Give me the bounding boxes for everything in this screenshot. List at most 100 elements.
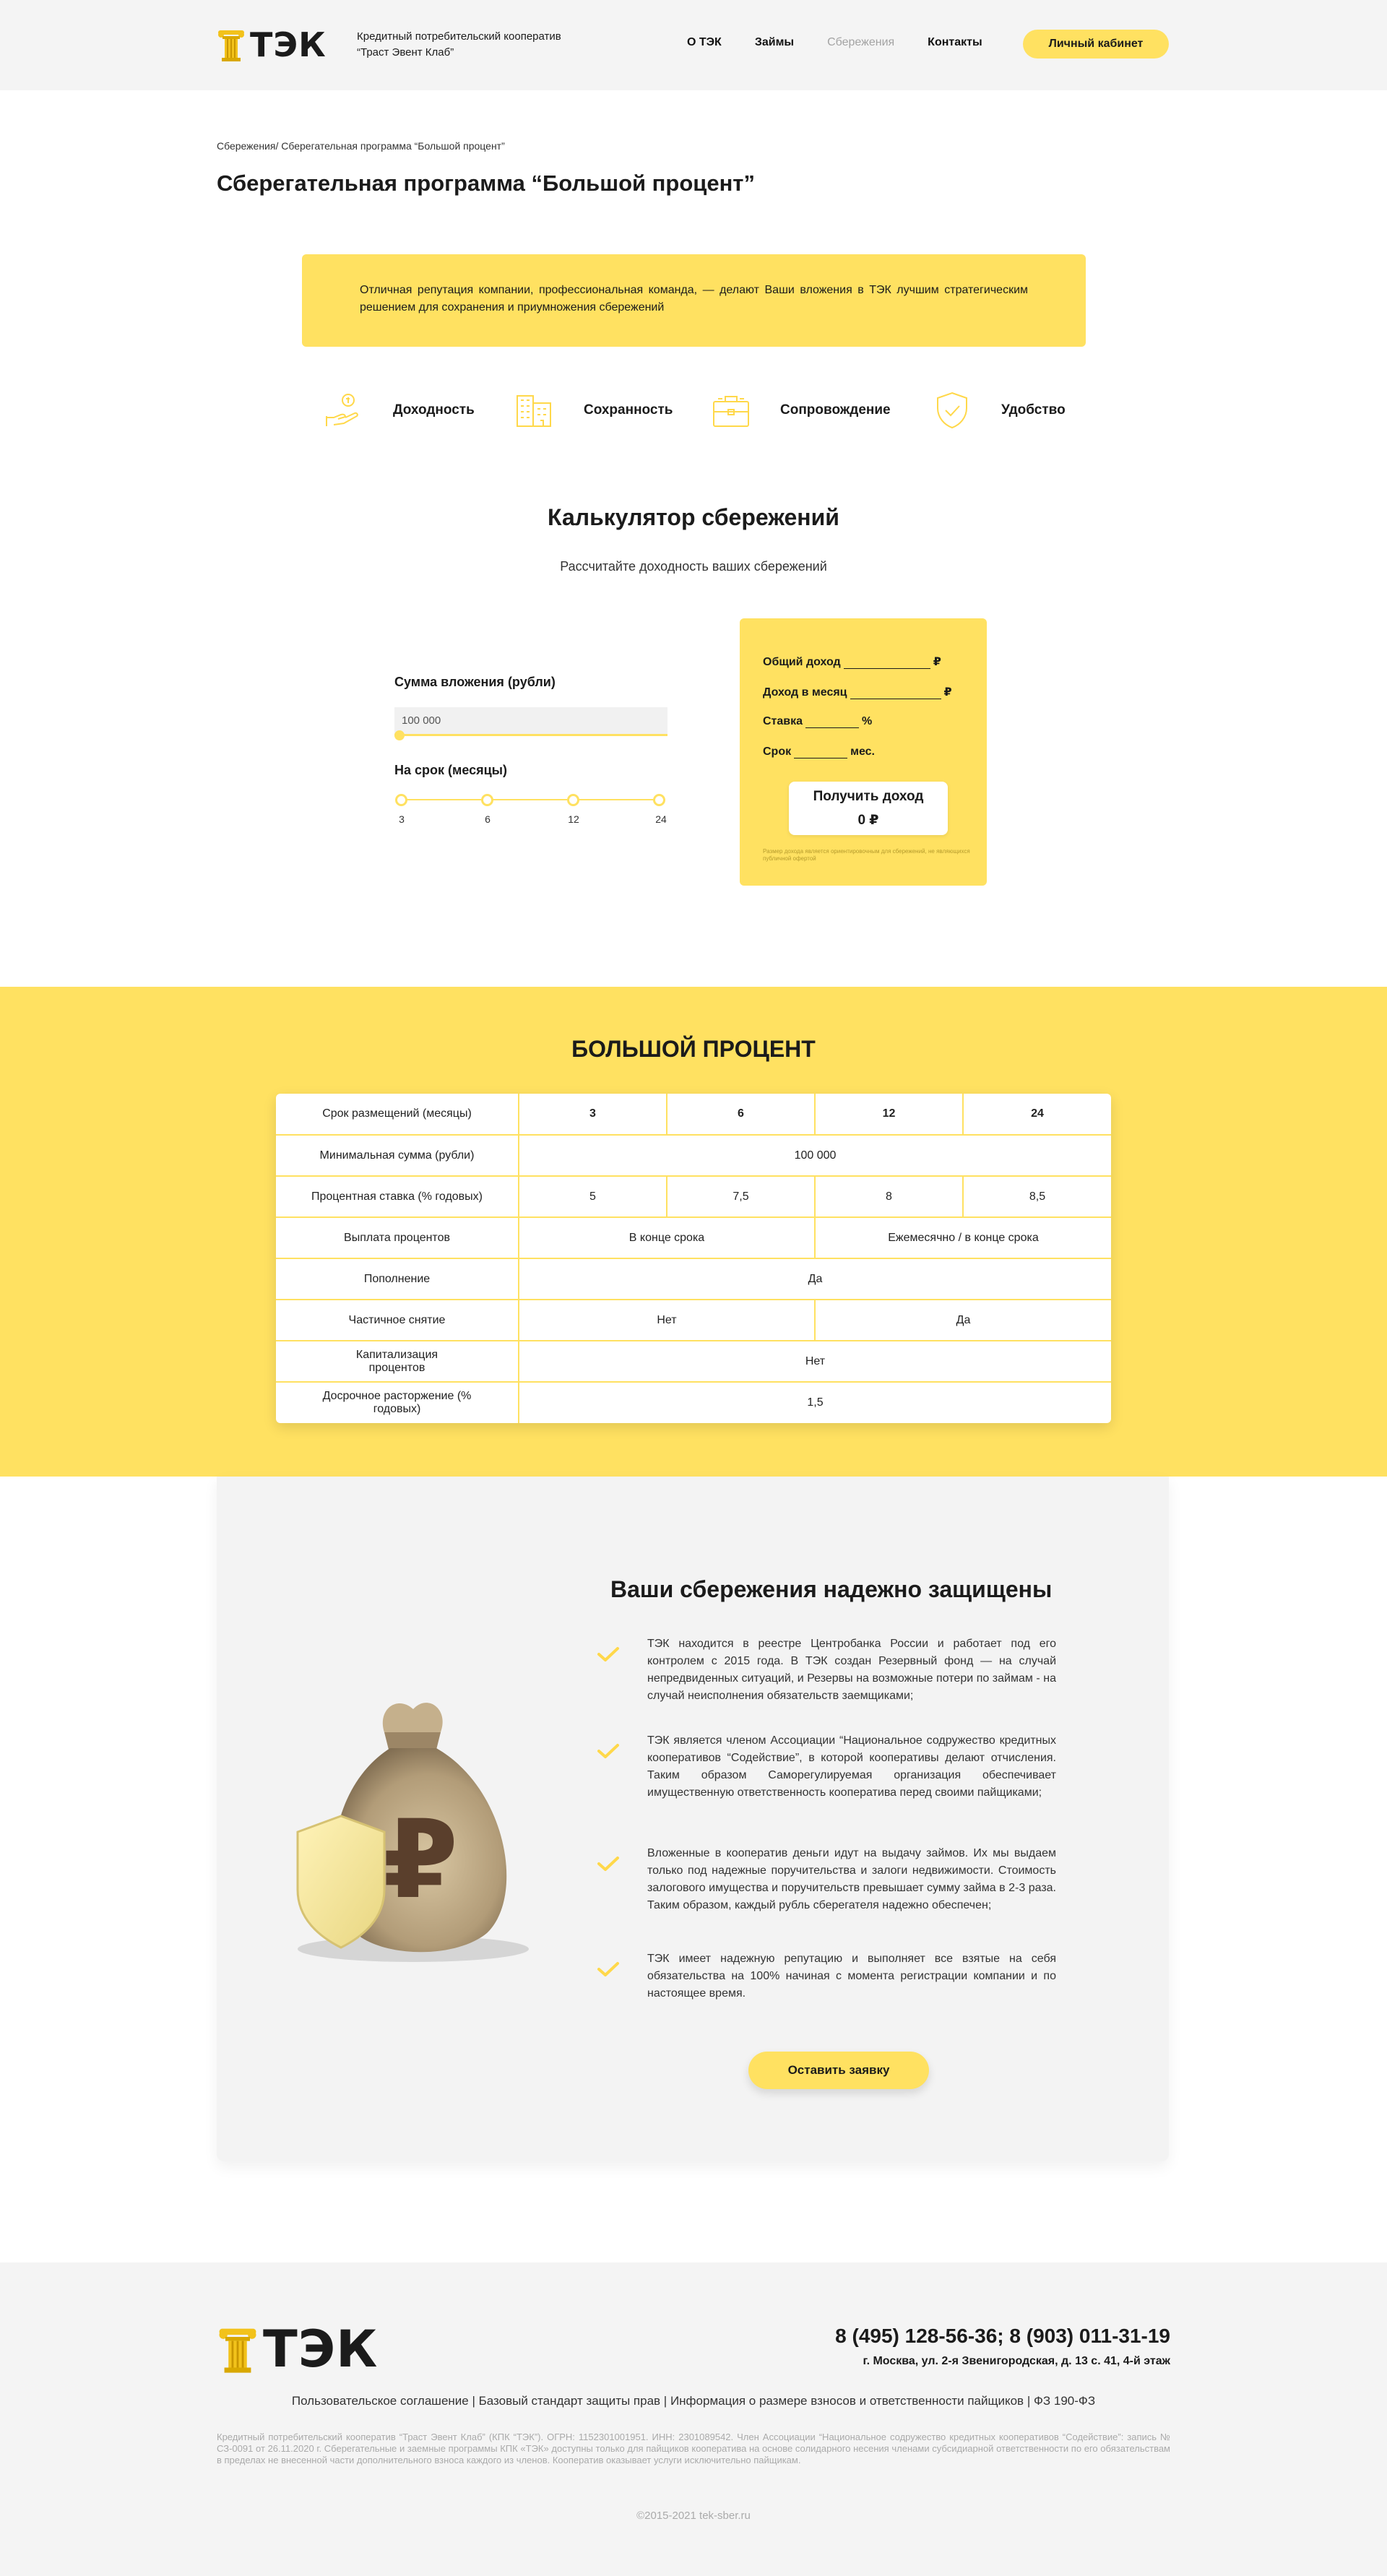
footer-link-standard[interactable]: Базовый стандарт защиты прав xyxy=(479,2394,660,2408)
table-cell: 3 xyxy=(518,1094,667,1136)
result-rate: Ставка % xyxy=(763,715,872,728)
row-label: Частичное снятие xyxy=(276,1299,519,1341)
table-cell: 5 xyxy=(518,1175,667,1218)
tagline-line-1: Кредитный потребительский кооператив xyxy=(357,30,561,43)
term-tick: 3 xyxy=(399,813,405,825)
submit-application-button[interactable]: Оставить заявку xyxy=(748,2052,929,2089)
site-header: ТЭК Кредитный потребительский кооператив… xyxy=(0,0,1387,90)
term-slider-track[interactable] xyxy=(400,799,660,800)
result-rate-label: Ставка xyxy=(763,715,803,727)
result-total-line xyxy=(843,659,930,669)
footer-legal-text: Кредитный потребительский кооператив “Тр… xyxy=(217,2432,1170,2465)
sum-input[interactable] xyxy=(394,707,667,736)
row-label: Процентная ставка (% годовых) xyxy=(276,1175,519,1218)
result-monthly-line xyxy=(850,689,941,699)
protection-item: ТЭК находится в реестре Центробанка Росс… xyxy=(597,1635,1056,1705)
calculator-result-card: Общий доход ₽ Доход в месяц ₽ Ставка % С… xyxy=(740,618,987,886)
term-slider-stop[interactable] xyxy=(567,794,579,806)
result-term-line xyxy=(794,748,848,758)
footer-logo[interactable]: ТЭК xyxy=(217,2323,378,2375)
term-tick: 6 xyxy=(485,813,491,825)
table-row: Пополнение Да xyxy=(276,1258,1111,1300)
intro-box: Отличная репутация компании, профессиона… xyxy=(302,254,1086,347)
breadcrumb[interactable]: Сбережения/ Сберегательная программа “Бо… xyxy=(217,140,505,152)
protection-title: Ваши сбережения надежно защищены xyxy=(610,1576,1053,1602)
nav-item-contacts[interactable]: Контакты xyxy=(928,36,982,49)
term-slider-stop[interactable] xyxy=(395,794,407,806)
row-label: Выплата процентов xyxy=(276,1216,519,1259)
row-label: Срок размещений (месяцы) xyxy=(276,1094,519,1136)
row-label: Досрочное расторжение (% годовых) xyxy=(276,1381,519,1423)
feature-label: Сопровождение xyxy=(780,402,891,418)
footer-links: Пользовательское соглашение | Базовый ст… xyxy=(291,2394,1096,2408)
row-label: Пополнение xyxy=(276,1258,519,1300)
term-slider-stop[interactable] xyxy=(653,794,665,806)
nav-item-loans[interactable]: Займы xyxy=(755,36,794,49)
calculator-disclaimer: Размер дохода является ориентировочным д… xyxy=(763,848,970,862)
site-footer xyxy=(0,2262,1387,2576)
column-logo-icon xyxy=(218,30,244,61)
table-cell: 100 000 xyxy=(518,1134,1111,1177)
program-table: Срок размещений (месяцы) 3 6 12 24 Миним… xyxy=(276,1094,1111,1423)
feature-safety: Сохранность xyxy=(514,390,673,431)
nav-item-savings[interactable]: Сбережения xyxy=(827,36,894,49)
result-term: Срок мес. xyxy=(763,745,875,758)
check-icon xyxy=(597,1962,619,1976)
nav-item-about[interactable]: О ТЭК xyxy=(687,36,722,49)
footer-phones[interactable]: 8 (495) 128-56-36; 8 (903) 011-31-19 xyxy=(835,2325,1170,2348)
result-total-label: Общий доход xyxy=(763,656,841,668)
page-title: Сберегательная программа “Большой процен… xyxy=(217,170,755,196)
feature-convenience: Удобство xyxy=(932,390,1066,431)
logo-text: ТЭК xyxy=(250,25,327,64)
result-monthly: Доход в месяц ₽ xyxy=(763,685,952,699)
term-tick: 12 xyxy=(568,813,579,825)
protection-item-text: Вложенные в кооператив деньги идут на вы… xyxy=(647,1847,1056,1911)
row-label: Минимальная сумма (рубли) xyxy=(276,1134,519,1177)
footer-address: г. Москва, ул. 2-я Звенигородская, д. 13… xyxy=(863,2355,1170,2367)
result-monthly-label: Доход в месяц xyxy=(763,686,847,699)
table-cell: 6 xyxy=(666,1094,816,1136)
footer-copyright: ©2015-2021 tek-sber.ru xyxy=(636,2510,751,2522)
column-logo-icon xyxy=(219,2328,256,2373)
feature-label: Доходность xyxy=(393,402,475,418)
table-row: Минимальная сумма (рубли) 100 000 xyxy=(276,1134,1111,1177)
feature-label: Сохранность xyxy=(584,402,673,418)
table-cell: 12 xyxy=(814,1094,964,1136)
calculator-title: Калькулятор сбережений xyxy=(548,504,839,530)
protection-item: Вложенные в кооператив деньги идут на вы… xyxy=(597,1845,1056,1914)
footer-link-law[interactable]: ФЗ 190-ФЗ xyxy=(1034,2394,1095,2408)
shield-check-icon xyxy=(937,392,967,429)
personal-cabinet-button[interactable]: Личный кабинет xyxy=(1023,30,1169,59)
logo[interactable]: ТЭК xyxy=(217,27,327,62)
protection-item-text: ТЭК имеет надежную репутацию и выполняет… xyxy=(647,1953,1056,2000)
footer-link-agreement[interactable]: Пользовательское соглашение xyxy=(292,2394,469,2408)
sum-slider-handle[interactable] xyxy=(394,730,405,740)
footer-link-fees[interactable]: Информация о размере взносов и ответстве… xyxy=(670,2394,1024,2408)
feature-label: Удобство xyxy=(1001,402,1066,418)
table-row: Выплата процентов В конце срока Ежемесяч… xyxy=(276,1216,1111,1259)
tagline-line-2: “Траст Эвент Клаб” xyxy=(357,46,454,59)
result-total-unit: ₽ xyxy=(933,656,941,668)
program-table-title: БОЛЬШОЙ ПРОЦЕНТ xyxy=(571,1036,816,1062)
get-income-button[interactable]: Получить доход 0 ₽ xyxy=(789,782,948,835)
table-cell: 1,5 xyxy=(518,1381,1111,1423)
table-cell: Нет xyxy=(518,1340,1111,1383)
term-slider-stop[interactable] xyxy=(481,794,493,806)
briefcase-icon xyxy=(713,396,749,427)
protection-item: ТЭК является членом Ассоциации “Национал… xyxy=(597,1732,1056,1802)
feature-profitability: Доходность xyxy=(324,390,475,431)
check-icon xyxy=(597,1647,619,1661)
main-nav: О ТЭК Займы Сбережения Контакты xyxy=(687,36,1016,49)
table-cell: Да xyxy=(814,1299,1111,1341)
row-label: Капитализация процентов xyxy=(276,1340,519,1383)
table-row: Частичное снятие Нет Да xyxy=(276,1299,1111,1341)
footer-logo-text: ТЭК xyxy=(263,2320,379,2379)
get-income-label: Получить доход xyxy=(813,789,924,804)
table-cell: Нет xyxy=(518,1299,816,1341)
check-icon xyxy=(597,1857,619,1871)
table-cell: Ежемесячно / в конце срока xyxy=(814,1216,1111,1259)
table-cell: Да xyxy=(518,1258,1111,1300)
feature-support: Сопровождение xyxy=(711,390,891,431)
term-tick: 24 xyxy=(655,813,667,825)
table-row: Срок размещений (месяцы) 3 6 12 24 xyxy=(276,1094,1111,1136)
